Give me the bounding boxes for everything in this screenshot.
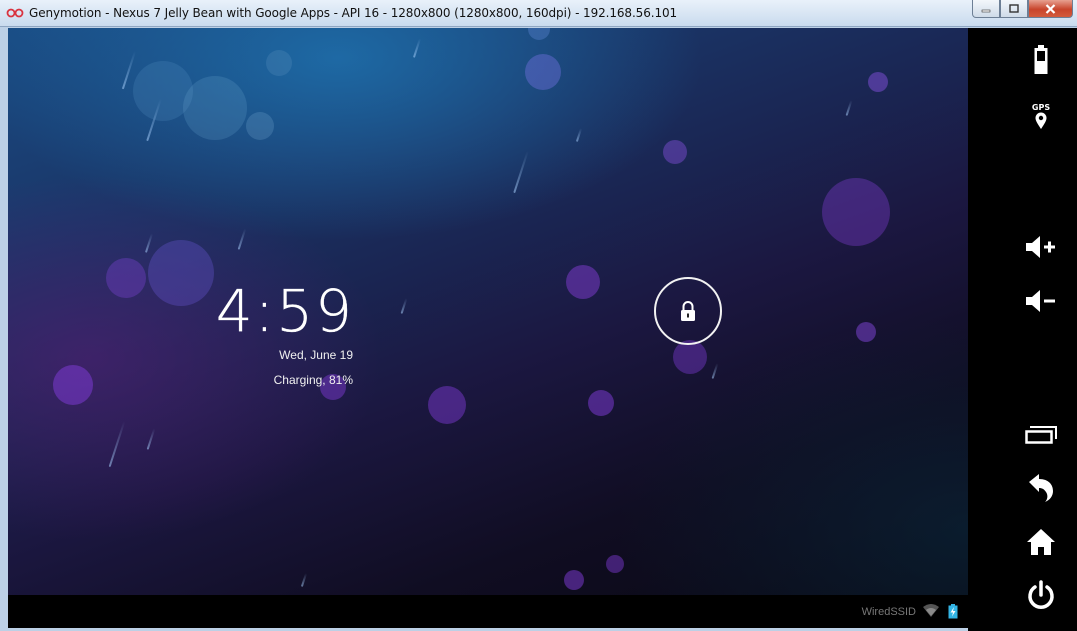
- rain-streak: [513, 150, 529, 194]
- genymotion-logo-icon: [6, 8, 24, 18]
- charging-status: Charging, 81%: [273, 373, 353, 387]
- close-button[interactable]: [1028, 0, 1073, 18]
- bokeh-particle: [868, 72, 888, 92]
- bokeh-particle: [428, 386, 466, 424]
- title-bar[interactable]: Genymotion - Nexus 7 Jelly Bean with Goo…: [0, 0, 1077, 27]
- rain-streak: [144, 233, 154, 253]
- rain-streak: [711, 363, 719, 379]
- maximize-icon: [1009, 4, 1019, 13]
- lock-icon: [681, 301, 695, 321]
- bokeh-particle: [525, 54, 561, 90]
- recent-apps-icon: [1025, 426, 1057, 444]
- bokeh-particle: [53, 365, 93, 405]
- volume-down-icon: [1026, 290, 1055, 312]
- home-icon: [1027, 529, 1055, 555]
- rain-streak: [845, 100, 853, 116]
- rain-streak: [146, 428, 156, 450]
- recent-apps-button[interactable]: [1018, 420, 1064, 450]
- back-icon: [1029, 474, 1053, 502]
- bokeh-particle: [856, 322, 876, 342]
- minimize-icon: [981, 9, 991, 12]
- bokeh-particle: [183, 76, 247, 140]
- rain-streak: [108, 420, 126, 468]
- back-button[interactable]: [1018, 470, 1064, 506]
- volume-up-icon: [1026, 236, 1055, 258]
- bokeh-particle: [528, 28, 550, 40]
- bokeh-particle: [564, 570, 584, 590]
- rain-streak: [575, 128, 583, 142]
- bokeh-particle: [106, 258, 146, 298]
- bokeh-particle: [266, 50, 292, 76]
- battery-icon: [1034, 45, 1048, 74]
- rain-streak: [412, 38, 422, 58]
- bokeh-particle: [822, 178, 890, 246]
- gps-label: GPS: [1031, 102, 1051, 112]
- system-status-bar: WiredSSID: [8, 595, 968, 628]
- bokeh-particle: [566, 265, 600, 299]
- minimize-button[interactable]: [972, 0, 1000, 18]
- volume-down-button[interactable]: [1018, 284, 1064, 318]
- bokeh-particle: [673, 340, 707, 374]
- lockscreen-date: Wed, June 19: [279, 348, 353, 362]
- bokeh-particle: [606, 555, 624, 573]
- gps-icon: [1035, 112, 1047, 129]
- window-title: Genymotion - Nexus 7 Jelly Bean with Goo…: [29, 6, 678, 20]
- wifi-ssid-label: WiredSSID: [861, 606, 916, 618]
- emulator-control-bar: GPS: [968, 28, 1077, 631]
- lockscreen-clock: 4:59: [215, 277, 354, 345]
- rain-streak: [300, 573, 308, 587]
- unlock-handle[interactable]: [654, 277, 722, 345]
- close-icon: [1045, 3, 1056, 14]
- bokeh-particle: [588, 390, 614, 416]
- wifi-icon: [923, 604, 939, 617]
- battery-widget-button[interactable]: [1018, 42, 1064, 78]
- power-icon: [1028, 580, 1054, 609]
- android-screen[interactable]: 4:59 Wed, June 19 Charging, 81% WiredSSI…: [8, 28, 968, 628]
- emulator-window: Genymotion - Nexus 7 Jelly Bean with Goo…: [0, 0, 1077, 631]
- battery-charging-icon: [948, 604, 958, 619]
- rain-streak: [400, 298, 408, 314]
- bokeh-particle: [246, 112, 274, 140]
- volume-up-button[interactable]: [1018, 230, 1064, 264]
- gps-widget-button[interactable]: GPS: [1018, 98, 1064, 134]
- bokeh-particle: [663, 140, 687, 164]
- maximize-button[interactable]: [1000, 0, 1028, 18]
- rain-streak: [237, 228, 247, 250]
- power-button[interactable]: [1018, 578, 1064, 614]
- home-button[interactable]: [1018, 524, 1064, 560]
